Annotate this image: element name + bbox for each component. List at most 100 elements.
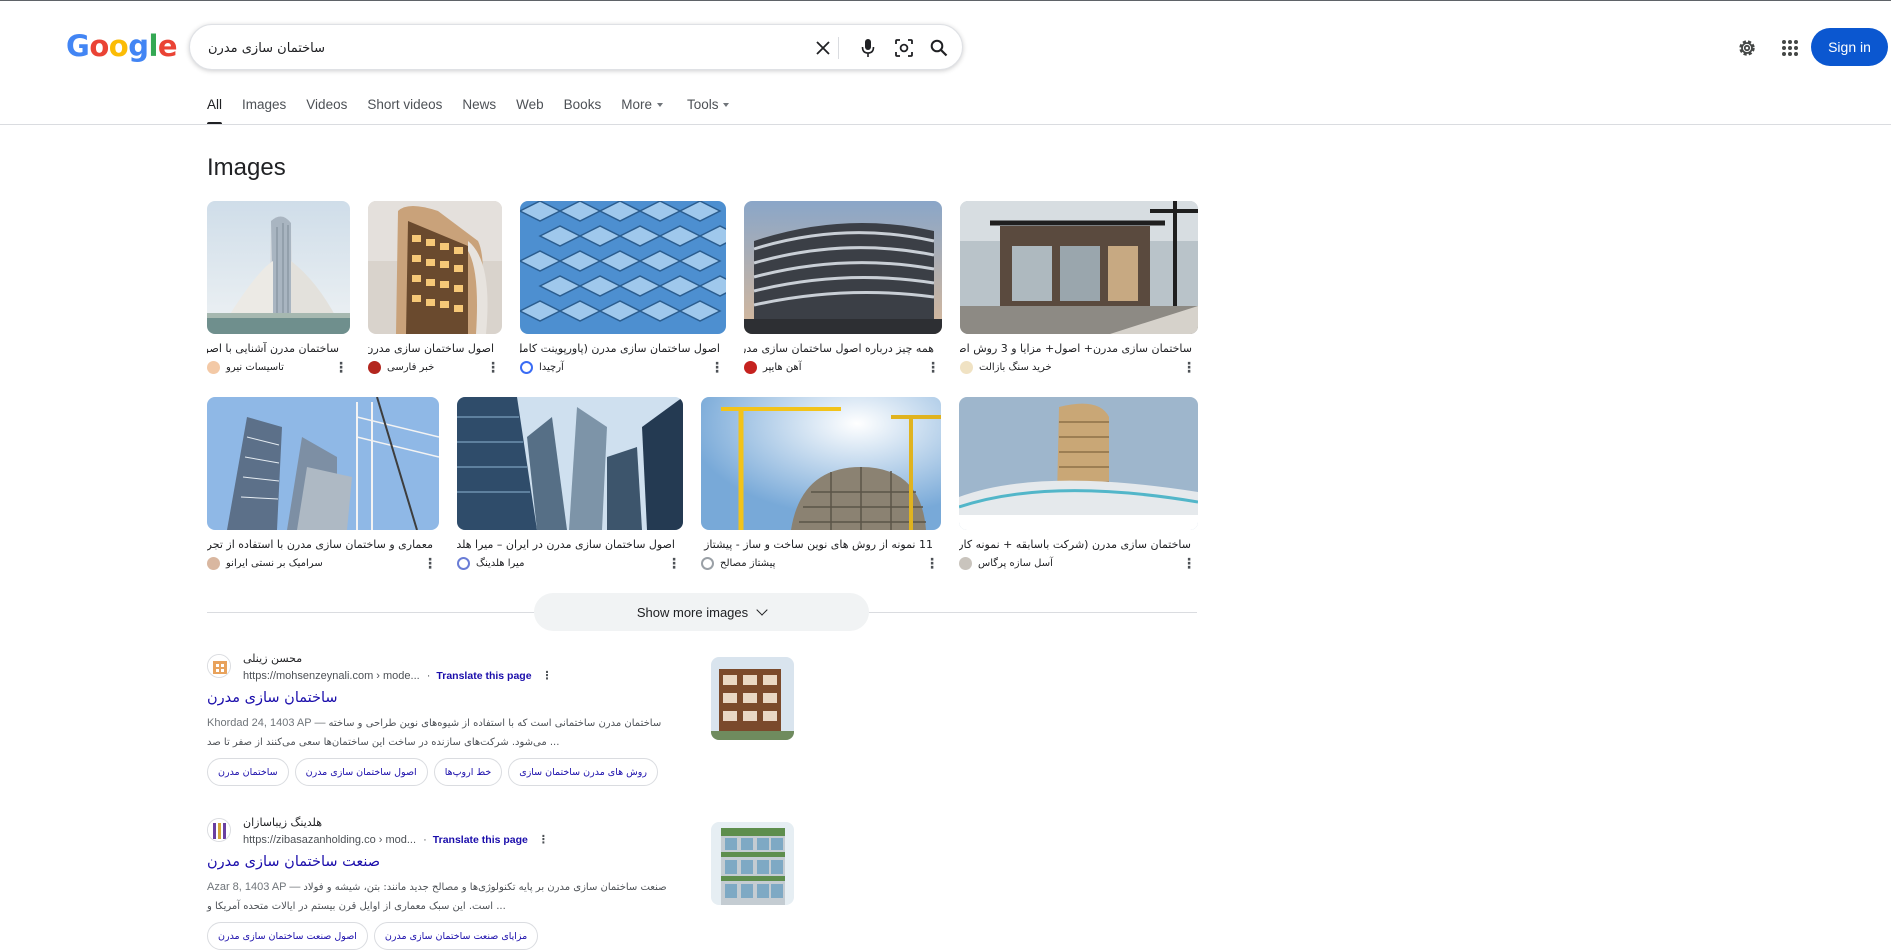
site-favicon[interactable] <box>207 818 231 842</box>
result-thumbnail[interactable] <box>711 657 794 740</box>
related-chips: اصول صنعت ساختمان سازی مدرن مزایای صنعت … <box>207 922 544 950</box>
microphone-icon[interactable] <box>855 35 881 61</box>
related-chip[interactable]: خط اروپ‌ها <box>433 758 503 786</box>
result-url-line[interactable]: https://zibasazanholding.co › mod... · Tr… <box>243 833 549 846</box>
show-more-images-button[interactable]: Show more images <box>534 593 869 631</box>
related-chip[interactable]: اصول ساختمان سازی مدرن <box>294 758 428 786</box>
related-chip[interactable]: اصول صنعت ساختمان سازی مدرن <box>207 922 368 950</box>
tab-label: Books <box>563 97 602 112</box>
result-thumbnail[interactable] <box>711 822 794 905</box>
site-name[interactable]: هلدینگ زیباسازان <box>243 816 322 829</box>
caret-down-icon <box>656 103 663 108</box>
image-thumbnail[interactable] <box>959 397 1198 530</box>
tab-label: Web <box>516 97 544 112</box>
image-thumbnail[interactable] <box>457 397 683 530</box>
tab-label: News <box>462 97 497 112</box>
tab-books[interactable]: Books <box>564 97 602 125</box>
camera-lens-icon[interactable] <box>891 35 917 61</box>
image-caption[interactable]: ساختمان سازی مدرن (شرکت باسابقه + نمونه … <box>959 538 1191 551</box>
image-caption[interactable]: معماری و ساختمان سازی مدرن با استفاده از… <box>207 538 433 551</box>
more-options-icon[interactable]: ⋮ <box>486 359 500 375</box>
source-favicon <box>959 556 972 570</box>
more-options-icon[interactable]: ⋮ <box>925 555 939 571</box>
source-favicon <box>520 360 533 374</box>
source-name: میرا هلدینگ <box>476 557 525 569</box>
tab-label: All <box>207 97 223 112</box>
image-caption[interactable]: ساختمان مدرن آشنایی با اصول... <box>207 342 339 355</box>
snippet-line: است. این سبک معماری از اوایل قرن بیستم د… <box>207 901 506 912</box>
more-options-icon[interactable]: ⋮ <box>926 359 940 375</box>
search-icon[interactable] <box>926 35 952 61</box>
tab-news[interactable]: News <box>462 97 496 125</box>
more-options-icon[interactable]: ⋮ <box>667 555 681 571</box>
site-favicon[interactable] <box>207 654 231 678</box>
tab-short-videos[interactable]: Short videos <box>367 97 442 125</box>
more-options-icon[interactable]: ⋮ <box>710 359 724 375</box>
related-chip[interactable]: روش های مدرن ساختمان سازی <box>508 758 658 786</box>
source-name: خرید سنگ بازالت <box>979 361 1052 373</box>
image-thumbnail[interactable] <box>207 201 350 334</box>
settings-gear-icon[interactable] <box>1734 35 1760 61</box>
image-caption[interactable]: اصول ساختمان سازی مدرن (پاورپوینت کامل..… <box>520 342 720 355</box>
image-caption[interactable]: اصول ساختمان سازی مدرن در ایران – میرا ه… <box>457 538 675 551</box>
image-source[interactable]: آسل سازه پرگاس <box>959 555 1053 571</box>
result-date: Azar 8, 1403 AP — <box>207 881 301 893</box>
more-options-icon[interactable]: ⋮ <box>538 833 549 846</box>
logo-letter: e <box>157 29 178 63</box>
translate-link[interactable]: Translate this page <box>433 834 528 846</box>
image-thumbnail[interactable] <box>207 397 439 530</box>
tab-web[interactable]: Web <box>516 97 544 125</box>
sign-in-button[interactable]: Sign in <box>1811 28 1888 66</box>
search-input[interactable] <box>208 37 768 59</box>
tab-label: Tools <box>686 97 719 112</box>
result-url[interactable]: https://zibasazanholding.co › mod... <box>243 834 416 846</box>
source-favicon <box>701 556 714 570</box>
image-source[interactable]: آرچیدا <box>520 359 564 375</box>
result-title-link[interactable]: ساختمان سازی مدرن <box>207 690 338 706</box>
result-url[interactable]: https://mohsenzeynali.com › mode... <box>243 670 420 682</box>
source-name: خبر فارسی <box>387 361 435 373</box>
images-heading: Images <box>207 154 286 181</box>
image-caption[interactable]: 11 نمونه از روش های نوین ساخت و ساز - پی… <box>701 538 933 551</box>
image-thumbnail[interactable] <box>520 201 726 334</box>
image-thumbnail[interactable] <box>744 201 942 334</box>
result-url-line[interactable]: https://mohsenzeynali.com › mode... · Tra… <box>243 669 553 682</box>
image-source[interactable]: آهن هایپر <box>744 359 801 375</box>
tab-images[interactable]: Images <box>242 97 286 125</box>
image-source[interactable]: پیشتاز مصالح <box>701 555 775 571</box>
result-date: Khordad 24, 1403 AP — <box>207 717 326 729</box>
image-source[interactable]: خبر فارسی <box>368 359 434 375</box>
more-options-icon[interactable]: ⋮ <box>334 359 348 375</box>
snippet-line: صنعت ساختمان سازی مدرن بر پایه تکنولوژی‌… <box>303 882 667 893</box>
image-source[interactable]: تاسیسات نیرو <box>207 359 284 375</box>
image-caption[interactable]: اصول ساختمان سازی مدرن... <box>368 342 494 355</box>
clear-icon[interactable] <box>810 35 836 61</box>
search-bar[interactable] <box>189 24 963 70</box>
image-source[interactable]: میرا هلدینگ <box>457 555 524 571</box>
logo-letter: o <box>108 29 129 63</box>
related-chip[interactable]: مزایای صنعت ساختمان سازی مدرن <box>373 922 539 950</box>
image-caption[interactable]: همه چیز درباره اصول ساختمان سازی مدرن <box>744 342 934 355</box>
more-options-icon[interactable]: ⋮ <box>423 555 437 571</box>
tab-all[interactable]: All <box>207 97 223 125</box>
image-source[interactable]: سرامیک بر نستی ایرانو <box>207 555 323 571</box>
related-chip[interactable]: ساختمان مدرن <box>207 758 289 786</box>
result-title-link[interactable]: صنعت ساختمان سازی مدرن <box>207 854 380 870</box>
apps-grid-icon[interactable] <box>1777 35 1803 61</box>
source-favicon <box>960 360 973 374</box>
tab-tools[interactable]: Tools <box>687 97 730 125</box>
more-options-icon[interactable]: ⋮ <box>1182 359 1196 375</box>
image-thumbnail[interactable] <box>960 201 1198 334</box>
tab-videos[interactable]: Videos <box>306 97 347 125</box>
image-source[interactable]: خرید سنگ بازالت <box>960 359 1052 375</box>
image-thumbnail[interactable] <box>368 201 502 334</box>
tab-more[interactable]: More <box>621 97 663 125</box>
translate-link[interactable]: Translate this page <box>436 670 531 682</box>
more-options-icon[interactable]: ⋮ <box>542 669 553 682</box>
site-name[interactable]: محسن زینلی <box>243 652 302 665</box>
google-logo[interactable]: Google <box>66 29 178 63</box>
more-options-icon[interactable]: ⋮ <box>1182 555 1196 571</box>
image-thumbnail[interactable] <box>701 397 941 530</box>
tabs-divider <box>0 124 1891 125</box>
image-caption[interactable]: ساختمان سازی مدرن+ اصول+ مزایا و 3 روش ا… <box>960 342 1192 355</box>
